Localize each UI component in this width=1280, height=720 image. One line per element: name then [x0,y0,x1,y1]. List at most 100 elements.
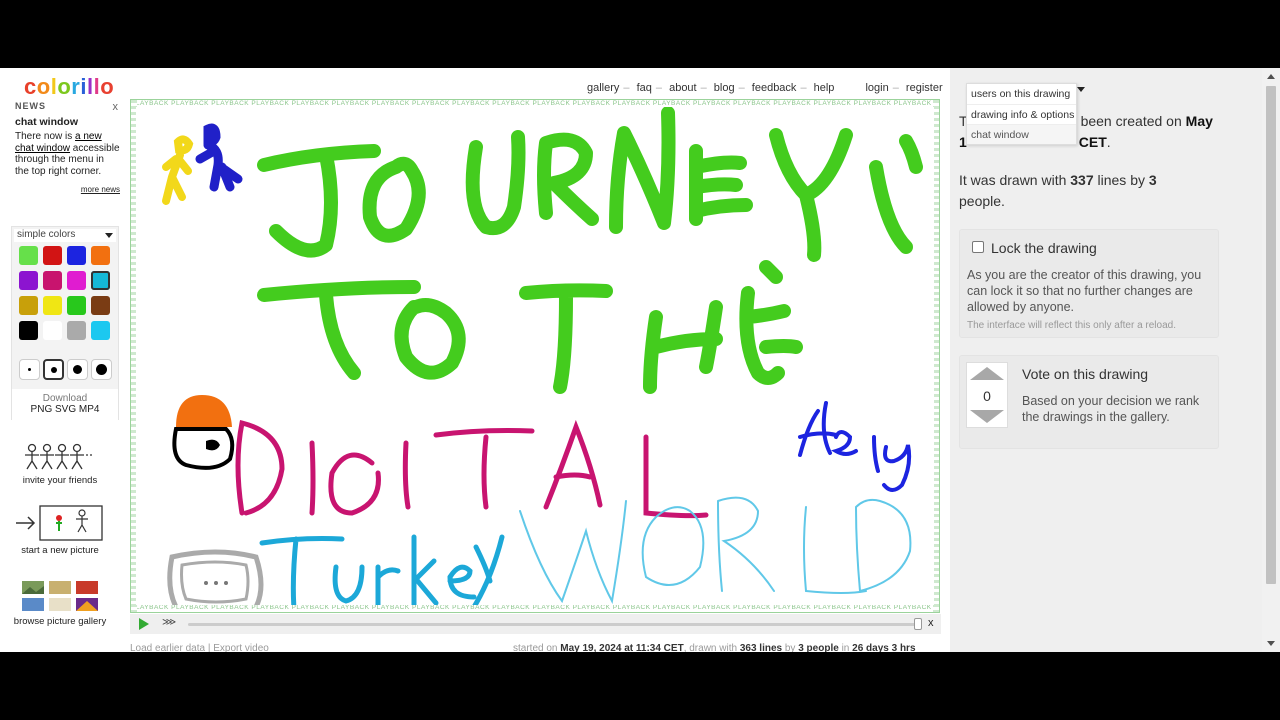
menu-users-on-drawing[interactable]: users on this drawing [967,84,1076,104]
nav-gallery[interactable]: gallery [587,82,619,94]
color-swatch[interactable] [91,321,110,340]
palette-selector[interactable]: simple colors [14,229,116,242]
color-swatch[interactable] [19,296,38,315]
new-picture-link[interactable]: start a new picture [12,504,108,556]
stats-people: 3 people [798,643,839,652]
stats-text: by [782,643,799,652]
nav-register[interactable]: register [906,82,943,94]
news-body: There now is a new chat window accessibl… [15,131,120,177]
brush-size-3[interactable] [67,359,88,380]
vote-panel: 0 Vote on this drawing Based on your dec… [959,355,1219,449]
close-playback-button[interactable]: x [928,617,934,629]
color-swatch[interactable] [91,271,110,290]
scroll-up-icon[interactable] [1267,74,1275,79]
new-picture-icon [16,505,103,541]
nav-blog[interactable]: blog [714,82,735,94]
lock-label[interactable]: Lock the drawing [991,240,1097,256]
info-lines: 337 [1070,172,1094,188]
playback-band-bottom: PLAYBACK PLAYBACK PLAYBACK PLAYBACK PLAY… [131,604,939,611]
download-label: Download [42,393,88,404]
nav-help[interactable]: help [814,82,835,94]
load-earlier-link[interactable]: Load earlier data [130,643,205,652]
gallery-thumbnails-icon [22,581,98,611]
news-body-pre: There now is [15,131,76,142]
vote-down-arrow-icon[interactable] [970,410,1004,423]
invite-friends-label: invite your friends [22,475,98,486]
nav-separator: – [655,82,663,94]
top-navigation: gallery – faq – about – blog – feedback – hel… [587,82,943,94]
news-panel: NEWS x chat window There now is a new ch… [10,101,120,194]
stick-figures-icon [25,443,94,470]
scroll-down-icon[interactable] [1267,641,1275,646]
color-swatch[interactable] [43,246,62,265]
palette-selector-label: simple colors [17,229,76,240]
scrollbar-thumb[interactable] [1266,86,1276,584]
bottom-links: Load earlier data | Export video [130,643,269,652]
color-swatch[interactable] [91,246,110,265]
word-journey [257,106,923,262]
nav-login[interactable]: login [865,82,888,94]
info-month: May [1185,113,1213,129]
vote-widget: 0 [966,362,1008,428]
color-swatch[interactable] [19,246,38,265]
download-formats-link[interactable]: PNG SVG MP4 [12,404,118,415]
divider: | [207,643,211,652]
page-viewport: colorillo NEWS x chat window There now i… [0,68,1280,652]
vertical-scrollbar[interactable] [1262,68,1280,652]
word-turkey [259,534,505,612]
drawing-canvas[interactable] [136,106,934,615]
invite-friends-link[interactable]: invite your friends [12,442,108,486]
playback-bar: ⋙ x [130,614,941,634]
brush-size-1[interactable] [19,359,40,380]
stats-date: May 19, 2024 at 11:34 CET [560,643,684,652]
gallery-link[interactable]: browse picture gallery [12,579,108,627]
brush-size-4[interactable] [91,359,112,380]
export-video-link[interactable]: Export video [213,643,269,652]
color-swatch[interactable] [67,271,86,290]
stats-text: , drawn with [683,643,740,652]
play-icon[interactable] [139,618,149,630]
brush-size-2[interactable] [43,359,64,380]
nav-separator: – [800,82,807,94]
color-swatch[interactable] [19,321,38,340]
chevron-down-icon[interactable] [1077,87,1085,92]
nav-separator: – [700,82,707,94]
download-box: Download PNG SVG MP4 [12,389,118,420]
grey-box [167,549,264,615]
lock-drawing-panel: Lock the drawing As you are the creator … [959,229,1219,338]
color-swatch[interactable] [67,246,86,265]
vote-description: Based on your decision we rank the drawi… [1022,394,1200,424]
drawing-canvas-frame: PLAYBACK PLAYBACK PLAYBACK PLAYBACK PLAY… [130,99,940,615]
nav-about[interactable]: about [669,82,697,94]
color-swatch[interactable] [91,296,110,315]
vote-up-arrow-icon[interactable] [970,367,1004,380]
info-people: 3 [1148,172,1157,188]
color-swatch[interactable] [43,321,62,340]
playback-track[interactable] [188,623,916,626]
color-swatch[interactable] [43,296,62,315]
color-swatch[interactable] [43,271,62,290]
stats-text: started on [513,643,561,652]
color-swatch[interactable] [67,296,86,315]
options-dropdown: users on this drawing drawing info & opt… [966,83,1077,145]
menu-chat-window[interactable]: chat window [967,124,1076,144]
lock-checkbox[interactable] [972,241,984,253]
menu-drawing-info[interactable]: drawing info & options [967,104,1076,124]
color-palette-panel: simple colors Download PNG SVG MP4 [11,226,119,420]
drawing-stats: started on May 19, 2024 at 11:34 CET, dr… [513,643,916,652]
news-close-button[interactable]: x [113,101,119,113]
nav-feedback[interactable]: feedback [752,82,797,94]
lock-description: As you are the creator of this drawing, … [967,268,1202,314]
drawn-info: It was drawn with 337 lines by 3 people. [959,170,1189,212]
color-swatch[interactable] [19,271,38,290]
colorillo-logo[interactable]: colorillo [24,74,114,100]
speed-icon[interactable]: ⋙ [162,617,176,628]
more-news-link[interactable]: more news [10,185,120,194]
nav-faq[interactable]: faq [637,82,652,94]
word-to-the [257,260,803,394]
playback-slider-handle[interactable] [914,618,922,630]
figure-head [172,395,235,470]
nav-separator: – [738,82,745,94]
vote-title: Vote on this drawing [1022,366,1149,382]
color-swatch[interactable] [67,321,86,340]
